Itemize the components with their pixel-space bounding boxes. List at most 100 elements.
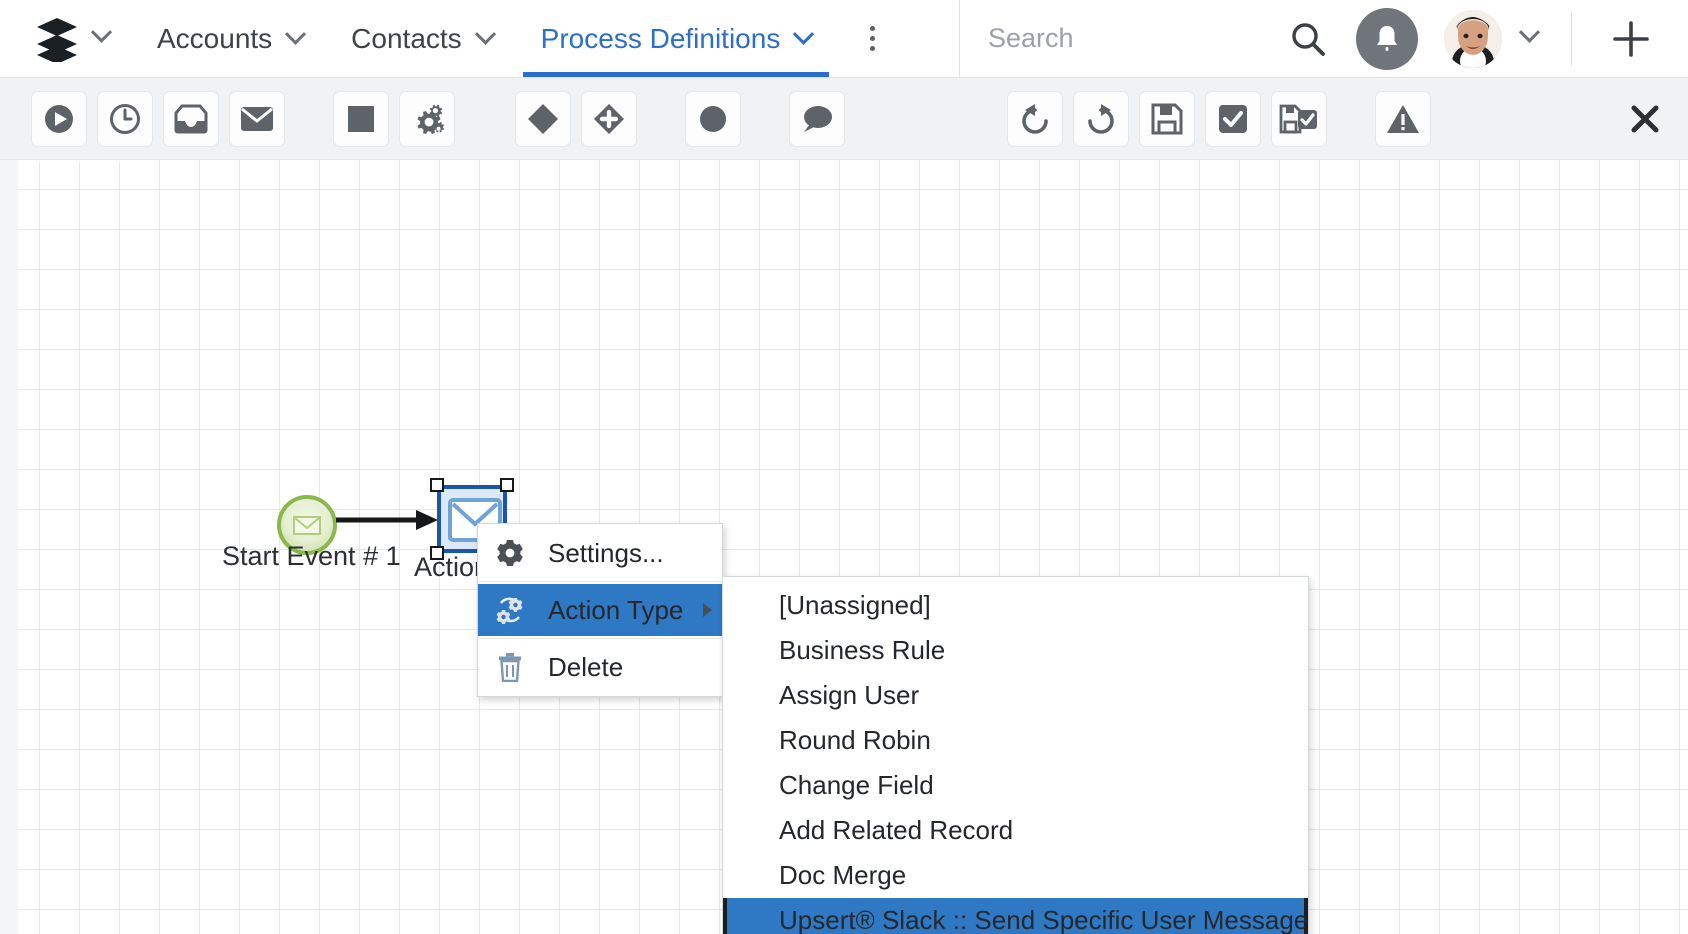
submenu-item-label: Doc Merge (779, 860, 906, 891)
context-menu-item-label: Action Type (548, 595, 683, 626)
resize-handle-top-left[interactable] (430, 478, 444, 492)
clock-icon (108, 102, 142, 136)
inbox-event-tool[interactable] (163, 91, 219, 147)
notification-bell-icon (1372, 23, 1402, 55)
trash-icon (492, 652, 528, 682)
chevron-down-icon (285, 24, 306, 45)
layers-logo-icon (34, 16, 80, 62)
context-menu-separator (478, 638, 722, 639)
annotation-tool[interactable] (789, 91, 845, 147)
submenu-item-doc-merge[interactable]: Doc Merge (723, 853, 1308, 898)
user-menu-chevron-down-icon[interactable] (1522, 29, 1537, 49)
app-logo-chevron-down-icon[interactable] (94, 29, 109, 49)
submenu-item-unassigned[interactable]: [Unassigned] (723, 583, 1308, 628)
context-menu-item-delete[interactable]: Delete (478, 641, 722, 693)
nav-left-group: Accounts Contacts Process Definitions (0, 0, 887, 77)
app-logo-button[interactable] (34, 0, 109, 77)
context-menu-separator (478, 581, 722, 582)
nav-item-label: Process Definitions (541, 23, 781, 55)
warning-triangle-icon (1386, 103, 1420, 135)
designer-toolbar (0, 78, 1688, 160)
submenu-arrow-icon (703, 603, 712, 617)
application-root: Accounts Contacts Process Definitions (0, 0, 1688, 934)
timer-event-tool[interactable] (97, 91, 153, 147)
redo-icon (1084, 102, 1118, 136)
floppy-check-icon (1279, 104, 1319, 134)
nav-item-label: Contacts (351, 23, 462, 55)
user-avatar[interactable] (1444, 10, 1502, 68)
resize-handle-top-right[interactable] (500, 478, 514, 492)
gear-icon (492, 538, 528, 568)
gateway-tool[interactable] (515, 91, 571, 147)
diamond-icon (526, 102, 560, 136)
active-tab-underline (523, 72, 830, 77)
submenu-item-round-robin[interactable]: Round Robin (723, 718, 1308, 763)
search-glyph (1289, 20, 1327, 58)
process-diagram-canvas[interactable]: Start Event # 1 Action (0, 160, 1688, 934)
node-context-menu: Settings... (477, 523, 723, 697)
context-menu-item-label: Delete (548, 652, 623, 683)
close-designer-button[interactable] (1628, 102, 1662, 136)
trash-glyph (497, 652, 523, 682)
submenu-item-change-field[interactable]: Change Field (723, 763, 1308, 808)
nav-item-accounts[interactable]: Accounts (157, 0, 303, 77)
checkbox-icon (1217, 103, 1249, 135)
speech-bubble-icon (800, 103, 834, 135)
kebab-dot (870, 46, 875, 51)
plus-icon (1611, 19, 1651, 59)
start-event-tool[interactable] (31, 91, 87, 147)
submenu-item-label: Round Robin (779, 725, 931, 756)
submenu-item-label: Add Related Record (779, 815, 1013, 846)
action-type-submenu: [Unassigned] Business Rule Assign User R… (722, 576, 1309, 934)
kebab-dot (870, 36, 875, 41)
save-validate-button[interactable] (1271, 91, 1327, 147)
submenu-item-label: Change Field (779, 770, 934, 801)
chevron-down-icon (475, 24, 496, 45)
terminate-tool[interactable] (685, 91, 741, 147)
message-event-tool[interactable] (229, 91, 285, 147)
gear-glyph (495, 538, 525, 568)
submenu-item-business-rule[interactable]: Business Rule (723, 628, 1308, 673)
warnings-button[interactable] (1375, 91, 1431, 147)
undo-icon (1018, 102, 1052, 136)
submenu-item-assign-user[interactable]: Assign User (723, 673, 1308, 718)
undo-button[interactable] (1007, 91, 1063, 147)
nav-item-contacts[interactable]: Contacts (351, 0, 493, 77)
sequence-flow-arrow[interactable] (336, 506, 440, 534)
floppy-disk-icon (1151, 103, 1183, 135)
play-circle-icon (42, 102, 76, 136)
nav-item-process-definitions[interactable]: Process Definitions (541, 0, 812, 77)
close-icon (1630, 104, 1660, 134)
parallel-gateway-tool[interactable] (581, 91, 637, 147)
submenu-item-label: Upsert® Slack :: Send Specific User Mess… (779, 905, 1308, 934)
circle-icon (698, 104, 728, 134)
stop-square-icon (346, 104, 376, 134)
avatar-photo (1444, 10, 1502, 68)
process-action-tool[interactable] (399, 91, 455, 147)
diamond-plus-icon (592, 102, 626, 136)
top-navigation-bar: Accounts Contacts Process Definitions (0, 0, 1688, 78)
context-menu-item-settings[interactable]: Settings... (478, 527, 722, 579)
search-input[interactable] (988, 23, 1258, 54)
redo-button[interactable] (1073, 91, 1129, 147)
chevron-down-icon (793, 24, 814, 45)
submenu-item-add-related-record[interactable]: Add Related Record (723, 808, 1308, 853)
gears-cycle-icon (492, 595, 528, 625)
validate-button[interactable] (1205, 91, 1261, 147)
envelope-icon (240, 106, 274, 132)
notifications-button[interactable] (1356, 8, 1418, 70)
search-box[interactable] (960, 0, 1280, 77)
gears-cycle-glyph (495, 595, 525, 625)
submenu-item-slack-specific-user[interactable]: Upsert® Slack :: Send Specific User Mess… (723, 898, 1308, 934)
context-menu-item-action-type[interactable]: Action Type (478, 584, 722, 636)
save-button[interactable] (1139, 91, 1195, 147)
submenu-item-label: Business Rule (779, 635, 945, 666)
search-icon[interactable] (1280, 11, 1336, 67)
canvas-top-tab (18, 160, 156, 162)
context-menu-item-label: Settings... (548, 538, 664, 569)
end-event-tool[interactable] (333, 91, 389, 147)
inbox-icon (174, 104, 208, 134)
kebab-dot (870, 26, 875, 31)
add-new-button[interactable] (1571, 12, 1658, 66)
nav-overflow-menu-button[interactable] (857, 0, 887, 77)
